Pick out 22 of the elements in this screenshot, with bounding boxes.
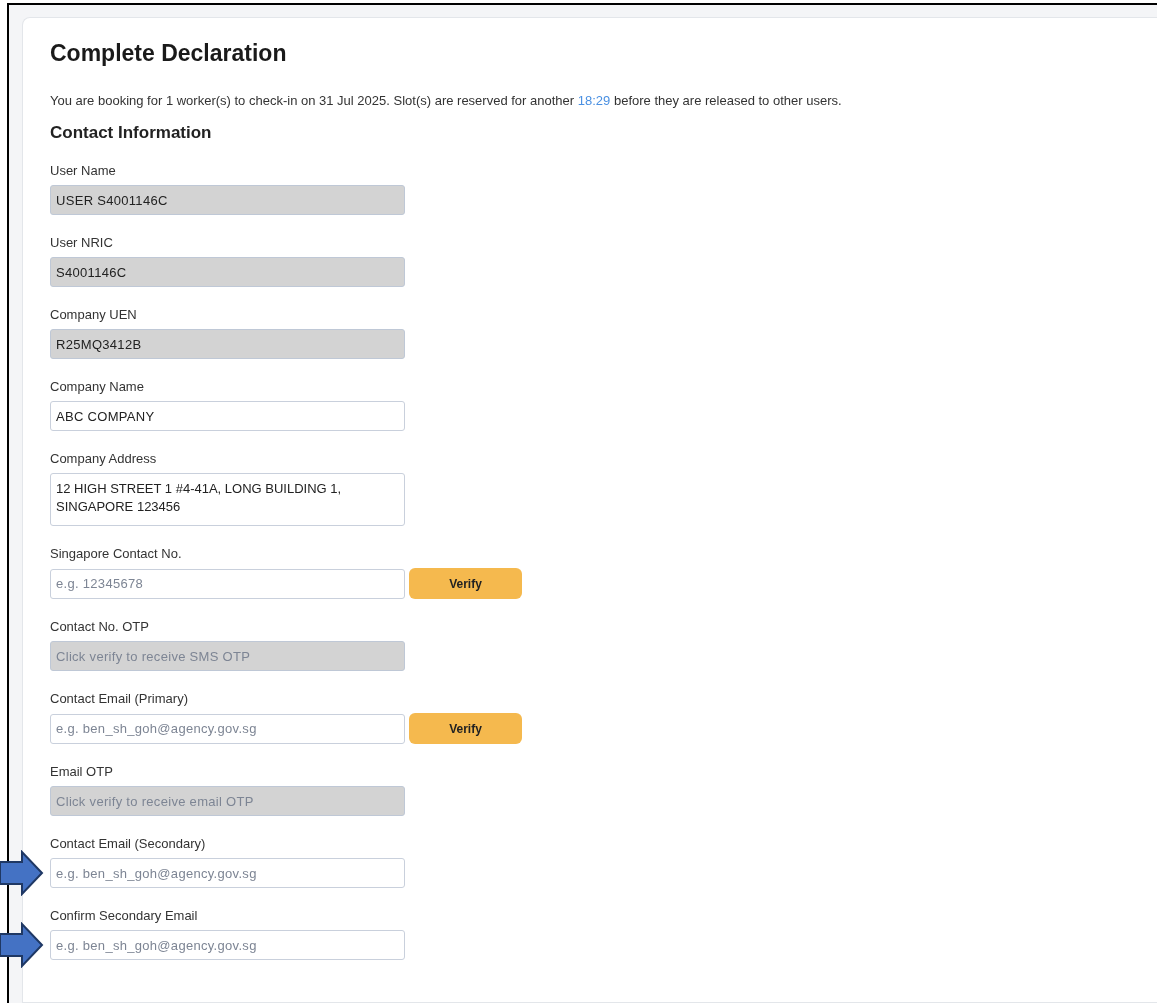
field-label: Confirm Secondary Email (50, 908, 199, 923)
field-label: User Name (50, 163, 117, 178)
field-label: User NRIC (50, 235, 114, 250)
input-field[interactable]: 12 HIGH STREET 1 #4-41A, LONG BUILDING 1, SINGAPORE 123456 (50, 473, 405, 526)
input-field[interactable]: e.g. ben_sh_goh@agency.gov.sg (50, 713, 405, 744)
field-label: Contact Email (Secondary) (50, 836, 207, 851)
field-label: Contact No. OTP (50, 619, 150, 634)
booking-notice: You are booking for 1 worker(s) to check-in on 31 Jul 2025. Slot(s) are reserved for another 18:29 before they are released to other users. (50, 93, 843, 108)
field-label: Singapore Contact No. (50, 546, 183, 561)
input-field[interactable]: ABC COMPANY (50, 401, 405, 431)
field-label: Company Name (50, 379, 145, 394)
input-field[interactable]: e.g. ben_sh_goh@agency.gov.sg (50, 858, 405, 888)
verify-button[interactable]: Verify (409, 713, 522, 744)
page-title: Complete Declaration (50, 40, 288, 67)
verify-button[interactable]: Verify (409, 568, 522, 599)
section-heading: Contact Information (50, 123, 213, 143)
field-label: Contact Email (Primary) (50, 691, 189, 706)
input-field[interactable]: e.g. 12345678 (50, 568, 405, 599)
field-label: Email OTP (50, 764, 114, 779)
field-label: Company Address (50, 451, 158, 466)
input-field[interactable]: e.g. ben_sh_goh@agency.gov.sg (50, 930, 405, 960)
field-label: Company UEN (50, 307, 138, 322)
